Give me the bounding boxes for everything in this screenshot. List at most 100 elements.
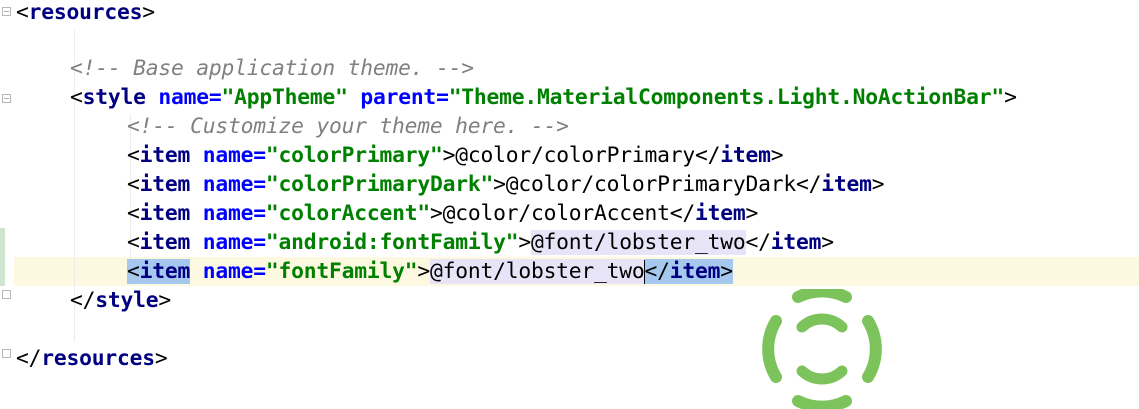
spinner-outer-arc [862,315,882,383]
code-line-item-font-family[interactable]: <item name="fontFamily">@font/lobster_tw… [127,257,733,286]
xml-punctuation: > [1004,85,1017,110]
xml-text [190,201,203,226]
xml-punctuation: < [127,259,140,284]
xml-punctuation: < [127,172,140,197]
xml-attribute-value: "colorAccent" [265,201,430,226]
code-line-resources-close[interactable]: </resources> [16,344,168,373]
editor-gutter[interactable] [0,0,14,409]
xml-punctuation: < [16,0,29,25]
xml-punctuation: > [142,0,155,25]
xml-attribute: = [253,201,266,226]
xml-attribute: = [436,85,449,110]
xml-punctuation: < [127,230,140,255]
xml-punctuation: > [821,230,834,255]
xml-attribute-value: "AppTheme" [221,85,348,110]
xml-attribute: = [253,143,266,168]
spinner-inner-arc [796,365,848,385]
xml-text: @color/colorPrimaryDark [505,172,797,197]
code-line-style-open[interactable]: <style name="AppTheme" parent="Theme.Mat… [70,83,1017,112]
xml-punctuation: > [442,143,456,168]
fold-marker-resources-icon[interactable] [2,7,11,16]
xml-tag-name: item [139,230,191,255]
xml-punctuation: </ [745,230,771,255]
xml-punctuation: > [493,172,506,197]
xml-attribute-value: "colorPrimary" [265,143,443,168]
xml-punctuation: </ [669,201,696,226]
xml-tag-name: item [695,201,746,226]
xml-text: @font/lobster_two [429,259,645,284]
xml-text [146,85,159,110]
xml-attribute-value: "Theme.MaterialComponents.Light.NoAction… [448,85,1005,110]
xml-text [190,230,203,255]
xml-punctuation: < [70,85,83,110]
xml-attribute: = [253,172,266,197]
xml-tag-name: style [95,288,159,313]
xml-attribute: = [208,85,222,110]
xml-punctuation: > [518,230,531,255]
xml-tag-name: item [720,143,771,168]
xml-tag-name: resources [41,346,155,371]
xml-attribute: name [202,259,254,284]
fold-marker-style-icon[interactable] [2,94,11,103]
fold-end-resources-icon[interactable] [2,349,11,358]
code-editor[interactable]: <resources> <!-- Base application theme.… [0,0,1139,409]
xml-text [190,259,203,284]
xml-attribute: name [202,230,254,255]
spinner-outer-arc [792,289,852,303]
spinner-outer-arc [792,395,852,409]
xml-punctuation: </ [644,259,670,284]
xml-punctuation: > [158,288,171,313]
xml-punctuation: > [770,143,784,168]
xml-punctuation: </ [70,288,96,313]
xml-punctuation: > [745,201,759,226]
xml-punctuation: < [127,201,140,226]
xml-punctuation: < [127,143,140,168]
xml-punctuation: </ [695,143,721,168]
vcs-change-marker[interactable] [0,228,5,286]
xml-tag-name: item [139,143,191,168]
code-line-comment-base[interactable]: <!-- Base application theme. --> [70,54,474,83]
xml-attribute-value: "colorPrimaryDark" [265,172,494,197]
xml-punctuation: > [720,259,733,284]
loading-spinner-icon [762,289,882,409]
xml-attribute: = [253,259,266,284]
xml-attribute: = [253,230,266,255]
code-line-comment-customize[interactable]: <!-- Customize your theme here. --> [127,112,569,141]
xml-tag-name: resources [28,0,143,25]
xml-tag-name: item [669,259,721,284]
xml-tag-name: item [139,259,191,284]
xml-punctuation: > [154,346,168,371]
xml-tag-name: item [821,172,872,197]
code-line-item-color-accent[interactable]: <item name="colorAccent">@color/colorAcc… [127,199,758,228]
xml-attribute: name [202,201,254,226]
code-line-style-close[interactable]: </style> [70,286,171,315]
xml-punctuation: </ [796,172,822,197]
xml-tag-name: item [139,201,191,226]
spinner-outer-arc [762,315,782,383]
code-line-item-color-primary-dark[interactable]: <item name="colorPrimaryDark">@color/col… [127,170,885,199]
xml-tag-name: item [770,230,822,255]
xml-attribute: name [158,85,209,110]
xml-attribute: parent [360,85,437,110]
xml-text [190,172,203,197]
code-line-item-android-font-family[interactable]: <item name="android:fontFamily">@font/lo… [127,228,834,257]
xml-attribute: name [202,172,254,197]
xml-text [348,85,361,110]
xml-tag-name: style [82,85,146,110]
xml-comment: <!-- Customize your theme here. --> [127,114,569,139]
xml-text [190,143,203,168]
xml-text: @color/colorPrimary [455,143,696,168]
code-line-resources-open[interactable]: <resources> [16,0,155,27]
xml-attribute-value: "fontFamily" [265,259,418,284]
xml-tag-name: item [139,172,191,197]
code-line-item-color-primary[interactable]: <item name="colorPrimary">@color/colorPr… [127,141,784,170]
xml-punctuation: > [429,201,443,226]
xml-attribute-value: "android:fontFamily" [265,230,519,255]
xml-comment: <!-- Base application theme. --> [70,56,474,81]
xml-text: @color/colorAccent [442,201,670,226]
xml-punctuation: > [417,259,430,284]
xml-punctuation: </ [16,346,42,371]
xml-punctuation: > [871,172,885,197]
xml-attribute: name [202,143,254,168]
fold-end-style-icon[interactable] [2,290,11,299]
